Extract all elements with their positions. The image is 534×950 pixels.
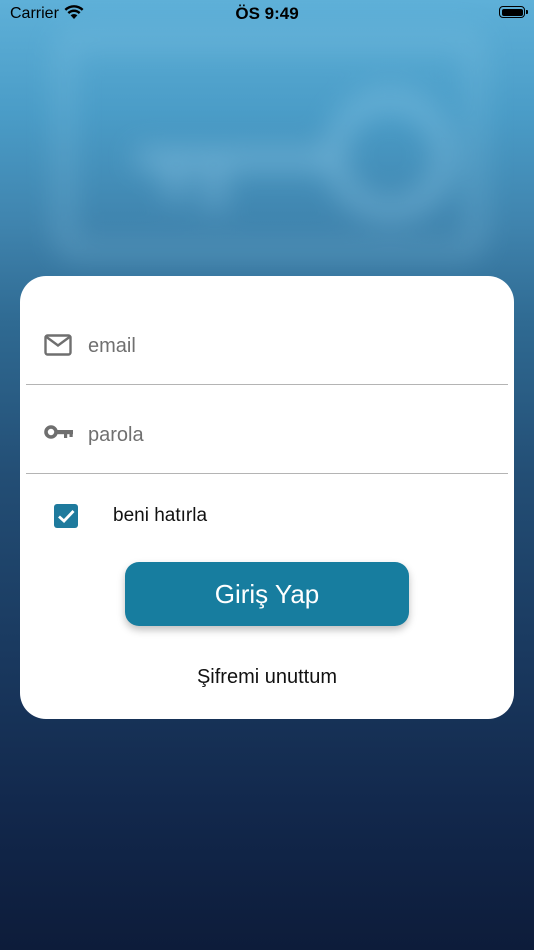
- checkmark-icon: [58, 510, 75, 523]
- background-key-illustration: [55, 30, 485, 260]
- remember-label: beni hatırla: [113, 505, 208, 526]
- password-field-container: [26, 385, 508, 474]
- login-button[interactable]: Giriş Yap: [125, 562, 409, 626]
- key-icon: [44, 423, 74, 446]
- login-card: beni hatırla Giriş Yap Şifremi unuttum: [20, 276, 514, 719]
- status-bar: Carrier ÖS 9:49: [0, 0, 534, 28]
- remember-checkbox[interactable]: [54, 504, 78, 528]
- status-time: ÖS 9:49: [235, 4, 299, 23]
- envelope-icon: [44, 334, 72, 361]
- email-input[interactable]: [88, 326, 488, 366]
- email-field-container: [26, 296, 508, 385]
- password-input[interactable]: [88, 415, 488, 455]
- battery-icon: [499, 6, 528, 18]
- forgot-password-link[interactable]: Şifremi unuttum: [20, 666, 514, 689]
